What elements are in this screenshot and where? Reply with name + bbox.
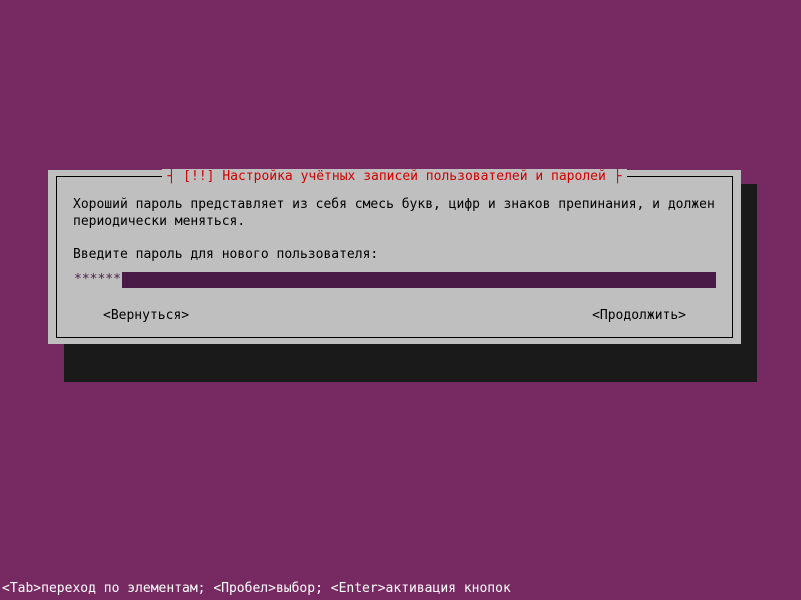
password-input[interactable]: ****** [73, 272, 716, 288]
dialog-title: ┤ [!!] Настройка учётных записей пользов… [162, 169, 628, 184]
back-button[interactable]: <Вернуться> [103, 308, 189, 323]
title-text: Настройка учётных записей пользователей … [222, 169, 606, 184]
hint-space-text: выбор; [276, 581, 331, 596]
continue-button[interactable]: <Продолжить> [592, 308, 686, 323]
dialog: ┤ [!!] Настройка учётных записей пользов… [48, 170, 741, 344]
hint-space-key: <Пробел> [213, 581, 276, 596]
hint-enter-key: <Enter> [331, 581, 386, 596]
hint-tab-key: <Tab> [2, 581, 41, 596]
dialog-frame: ┤ [!!] Настройка учётных записей пользов… [56, 176, 733, 338]
title-prefix: [!!] [183, 169, 214, 184]
dialog-description: Хороший пароль представляет из себя смес… [73, 197, 716, 231]
password-prompt: Введите пароль для нового пользователя: [73, 247, 716, 262]
dialog-actions: <Вернуться> <Продолжить> [73, 308, 716, 323]
hint-enter-text: активация кнопок [386, 581, 511, 596]
password-mask: ****** [73, 272, 122, 288]
password-field-rest [122, 272, 716, 288]
footer-hints: <Tab>переход по элементам; <Пробел>выбор… [2, 581, 511, 596]
hint-tab-text: переход по элементам; [41, 581, 213, 596]
dialog-title-wrap: ┤ [!!] Настройка учётных записей пользов… [57, 169, 732, 184]
